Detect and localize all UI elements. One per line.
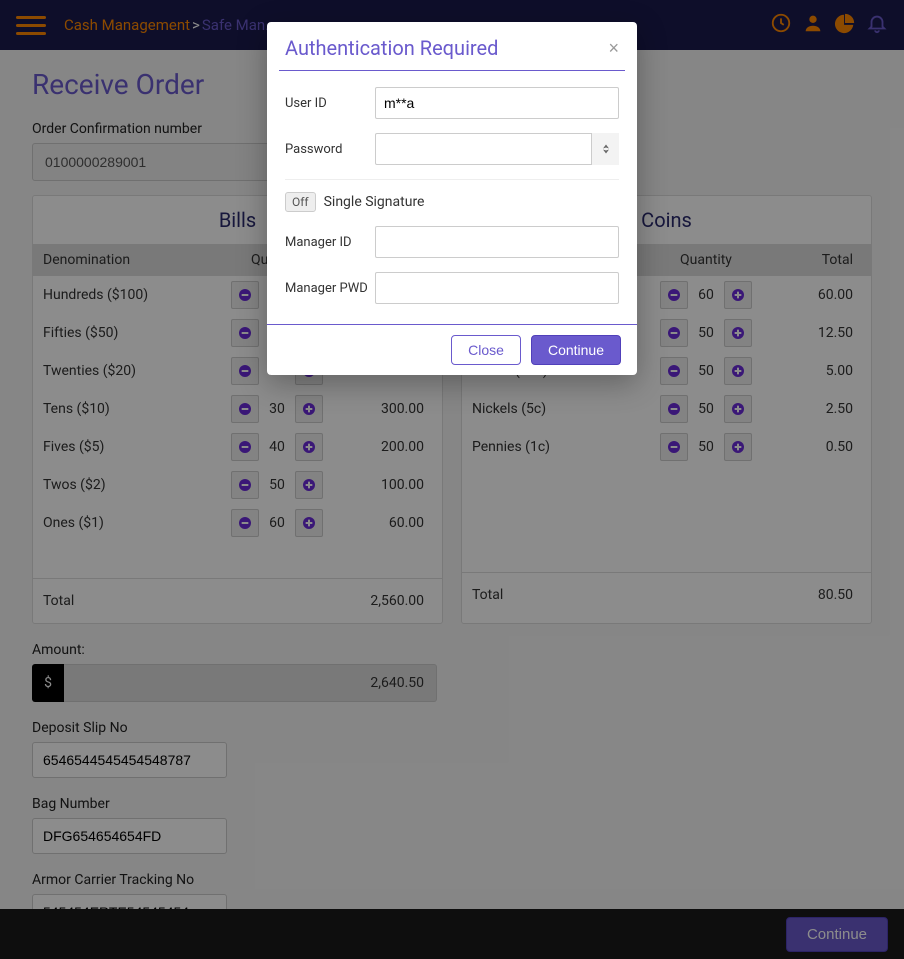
password-label: Password bbox=[285, 142, 375, 157]
manager-id-input[interactable] bbox=[375, 226, 619, 258]
password-visibility-toggle[interactable] bbox=[591, 133, 619, 165]
password-input[interactable] bbox=[375, 133, 619, 165]
user-id-label: User ID bbox=[285, 96, 375, 111]
manager-pwd-input[interactable] bbox=[375, 272, 619, 304]
modal-continue-button[interactable]: Continue bbox=[531, 335, 621, 365]
single-signature-toggle[interactable]: Off bbox=[285, 192, 316, 212]
manager-id-label: Manager ID bbox=[285, 235, 375, 250]
modal-title: Authentication Required bbox=[285, 36, 498, 60]
user-id-input[interactable] bbox=[375, 87, 619, 119]
close-icon[interactable]: × bbox=[608, 38, 619, 59]
single-signature-label: Single Signature bbox=[324, 194, 425, 210]
modal-overlay: Authentication Required × User ID Passwo… bbox=[0, 0, 904, 959]
auth-modal: Authentication Required × User ID Passwo… bbox=[267, 22, 637, 375]
modal-close-button[interactable]: Close bbox=[451, 335, 521, 365]
manager-pwd-label: Manager PWD bbox=[285, 281, 375, 296]
